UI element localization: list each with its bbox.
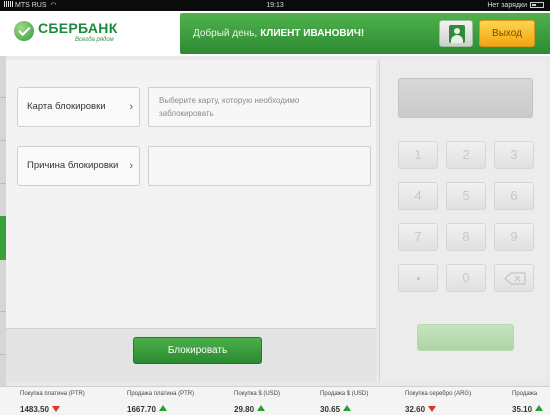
logo-tagline: Всегда рядом xyxy=(75,37,114,43)
rate-value: 29.80 xyxy=(234,405,255,414)
reason-field[interactable] xyxy=(148,146,371,186)
digit-key-6[interactable]: 6 xyxy=(494,182,534,210)
decimal-key[interactable] xyxy=(398,264,438,292)
app-header: СБЕРБАНК Всегда рядом Добрый день, КЛИЕНТ… xyxy=(0,11,550,56)
rate-label: Покупка платина (PTR) xyxy=(20,391,85,397)
rate-label: Покупка $ (USD) xyxy=(234,391,281,397)
digit-key-1[interactable]: 1 xyxy=(398,141,438,169)
digit-key-0[interactable]: 0 xyxy=(446,264,486,292)
charging-status-text: Нет зарядки xyxy=(487,2,527,9)
rate-item: Продажа $ (USD) 30.65 xyxy=(320,390,368,415)
rate-value: 32.60 xyxy=(405,405,426,414)
trend-up-icon xyxy=(158,405,167,411)
digit-key-3[interactable]: 3 xyxy=(494,141,534,169)
logo-mark-icon xyxy=(14,21,34,41)
trend-up-icon xyxy=(535,405,544,411)
card-field[interactable]: Выберите карту, которую необходимо забло… xyxy=(148,87,371,127)
keypad-panel: 123 456 7890 xyxy=(379,60,547,382)
card-select-button[interactable]: Карта блокировки › xyxy=(17,87,140,127)
rate-label: Продажа xyxy=(512,391,538,397)
rates-ticker: Покупка платина (PTR) 1483.50 Продажа плат… xyxy=(0,386,550,415)
card-field-placeholder-line1: Выберите карту, которую необходимо xyxy=(159,96,300,105)
card-field-label: Карта блокировки xyxy=(27,101,106,112)
trend-down-icon xyxy=(428,406,437,412)
greeting-bar: Добрый день, КЛИЕНТ ИВАНОВИЧ! Выход xyxy=(180,13,550,54)
rate-value: 35.10 xyxy=(512,405,533,414)
digit-key-5[interactable]: 5 xyxy=(446,182,486,210)
trend-up-icon xyxy=(257,405,266,411)
digit-key-7[interactable]: 7 xyxy=(398,223,438,251)
rate-label: Покупка серебро (ARG) xyxy=(405,391,472,397)
digit-key-8[interactable]: 8 xyxy=(446,223,486,251)
card-field-placeholder-line2: заблокировать xyxy=(159,109,214,118)
backspace-key[interactable] xyxy=(494,264,534,292)
status-bar: MTS RUS ◠ 19:13 Нет зарядки xyxy=(0,0,550,11)
rate-value: 1667.70 xyxy=(127,405,156,414)
digit-key-2[interactable]: 2 xyxy=(446,141,486,169)
rate-value: 30.65 xyxy=(320,405,341,414)
digit-key-4[interactable]: 4 xyxy=(398,182,438,210)
clock: 19:13 xyxy=(266,2,284,9)
digit-key-9[interactable]: 9 xyxy=(494,223,534,251)
rate-item: Продажа 35.10 xyxy=(512,390,544,415)
trend-down-icon xyxy=(51,406,60,412)
backspace-icon xyxy=(504,272,526,285)
user-icon xyxy=(449,25,465,43)
keypad-confirm-button[interactable] xyxy=(417,324,514,351)
chevron-right-icon: › xyxy=(129,101,133,113)
rate-item: Покупка платина (PTR) 1483.50 xyxy=(20,390,85,415)
reason-field-label: Причина блокировки xyxy=(27,160,119,171)
client-name: КЛИЕНТ ИВАНОВИЧ! xyxy=(260,28,365,39)
rate-value: 1483.50 xyxy=(20,405,49,414)
rate-item: Покупка серебро (ARG) 32.60 xyxy=(405,390,471,415)
block-card-form: Карта блокировки › Выберите карту, котор… xyxy=(6,60,376,382)
rate-label: Продажа платина (PTR) xyxy=(127,391,195,397)
sberbank-logo: СБЕРБАНК Всегда рядом xyxy=(14,19,144,49)
block-card-button[interactable]: Блокировать xyxy=(133,337,262,364)
battery-status: Нет зарядки xyxy=(487,0,544,11)
greeting: Добрый день, КЛИЕНТ ИВАНОВИЧ! xyxy=(193,13,364,54)
profile-button[interactable] xyxy=(439,20,473,47)
trend-up-icon xyxy=(343,405,352,411)
rate-item: Продажа платина (PTR) 1667.70 xyxy=(127,390,194,415)
rate-item: Покупка $ (USD) 29.80 xyxy=(234,390,280,415)
rate-label: Продажа $ (USD) xyxy=(320,391,369,397)
battery-icon xyxy=(530,2,544,8)
keypad-display xyxy=(398,78,533,118)
reason-select-button[interactable]: Причина блокировки › xyxy=(17,146,140,186)
greeting-prefix: Добрый день, xyxy=(193,28,258,39)
logout-button[interactable]: Выход xyxy=(479,20,535,47)
chevron-right-icon: › xyxy=(129,160,133,172)
logo-name: СБЕРБАНК xyxy=(38,20,118,36)
